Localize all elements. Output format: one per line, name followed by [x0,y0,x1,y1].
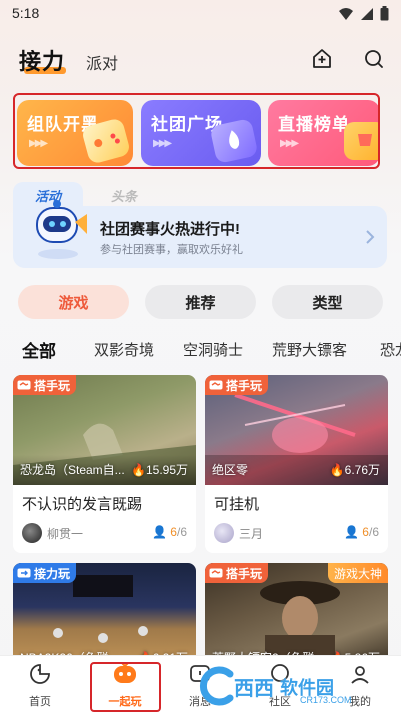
notice-subtitle: 参与社团赛事，赢取欢乐好礼 [100,244,243,256]
card-username: 柳贯一 [47,527,84,541]
game-tab-split-fiction[interactable]: 双影奇境 [94,339,154,360]
highlight-frame [90,662,161,712]
person-icon: 👤 [344,525,363,539]
card-heat: 🔥6.76万 [329,463,380,477]
room-card[interactable]: 搭手玩 恐龙岛（Steam自... 🔥15.95万 不认识的发言既踢 柳贯一 👤… [13,375,196,553]
room-card[interactable]: 搭手玩 绝区零 🔥6.76万 可挂机 三月 👤 6/6 [205,375,388,553]
pacman-home-icon [30,664,50,684]
flame-icon: 🔥 [131,463,146,477]
game-tab-hollow-knight[interactable]: 空洞骑士 [183,339,243,360]
signal-icon [361,7,373,20]
tab-party[interactable]: 派对 [86,50,118,74]
watermark-logo: 西西 软件园 CR173.COM [196,662,386,708]
category-recommended[interactable]: 推荐 [145,285,256,319]
wifi-icon [339,7,353,20]
status-icons [338,6,389,21]
game-tab-all[interactable]: 全部 [22,337,56,362]
card-title: 不认识的发言既踢 [22,496,143,513]
card-heat: 🔥15.95万 [131,463,188,477]
card-game-name: 绝区零 [212,463,249,477]
game-tab-dinosaur[interactable]: 恐龙 [380,339,401,360]
relay-icon [17,568,31,578]
battery-icon [380,6,389,21]
flame-icon: 🔥 [329,463,345,477]
card-title: 可挂机 [214,496,260,513]
watermark-url: CR173.COM [300,695,352,705]
create-room-button[interactable] [309,46,335,72]
game-master-badge: 游戏大神 [327,563,388,583]
game-tabs: 全部 双影奇境 空洞骑士 荒野大镖客 恐龙 [0,334,401,362]
status-bar: 5:18 [0,0,401,30]
hero-highlight-frame [13,93,380,169]
nav-home[interactable]: 首页 [10,662,70,709]
notice-title: 社团赛事火热进行中! [100,221,240,238]
game-tab-red-dead[interactable]: 荒野大镖客 [272,339,347,360]
tab-relay[interactable]: 接力 [19,44,65,76]
room-type-badge: 接力玩 [13,563,77,583]
robot-mascot-icon [36,200,87,259]
category-games[interactable]: 游戏 [18,285,129,319]
category-types[interactable]: 类型 [272,285,383,319]
card-username: 三月 [239,527,264,541]
handshake-icon [17,380,31,390]
room-type-badge: 搭手玩 [13,375,77,395]
handshake-icon [209,380,223,390]
search-icon [365,50,383,68]
chevron-right-icon [366,230,375,244]
card-slots: 👤 6/6 [344,525,379,539]
watermark-brand: 西西 [234,678,274,700]
house-plus-icon [313,49,331,68]
card-slots: 👤 6/6 [152,525,187,539]
avatar [214,523,234,543]
search-button[interactable] [361,46,387,72]
status-time: 5:18 [12,5,40,21]
room-type-badge: 搭手玩 [205,563,269,583]
person-icon: 👤 [152,525,171,539]
notice-tab-headlines[interactable]: 头条 [111,186,137,205]
handshake-icon [209,568,223,578]
top-navigation: 接力 派对 [0,40,401,80]
avatar [22,523,42,543]
room-type-badge: 搭手玩 [205,375,269,395]
card-game-name: 恐龙岛（Steam自... [20,463,125,477]
notice-banner[interactable]: 社团赛事火热进行中! 参与社团赛事，赢取欢乐好礼 [13,200,387,268]
